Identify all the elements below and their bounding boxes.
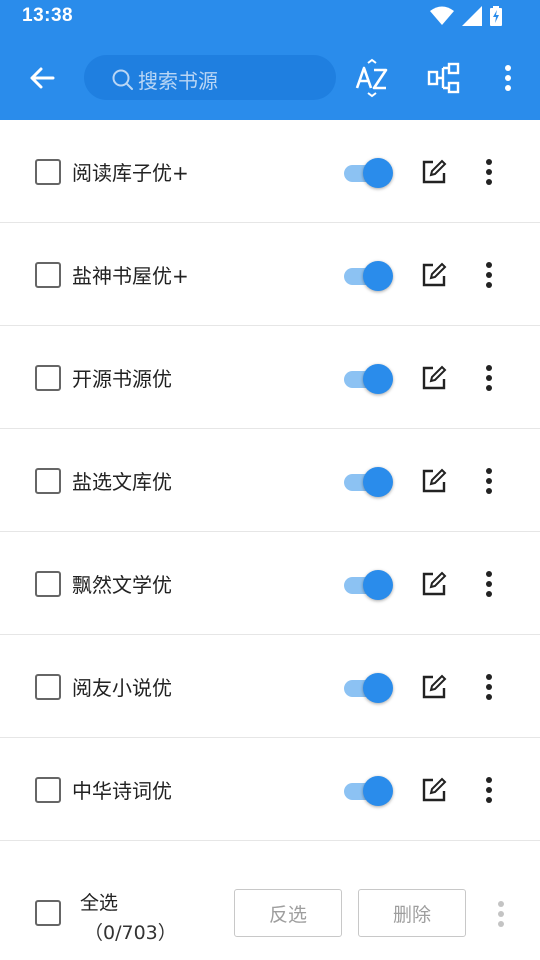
checkbox[interactable] — [35, 468, 61, 494]
invert-selection-button[interactable]: 反选 — [234, 889, 342, 937]
list-item[interactable]: 盐神书屋优+ — [0, 223, 540, 326]
list-item[interactable]: 阅友小说优 — [0, 635, 540, 738]
checkbox[interactable] — [35, 159, 61, 185]
checkbox[interactable] — [35, 262, 61, 288]
checkbox[interactable] — [35, 674, 61, 700]
bottom-action-bar: 全选 （0/703） 反选 删除 — [0, 842, 540, 960]
battery-icon — [490, 6, 502, 26]
sort-az-icon[interactable] — [352, 58, 392, 98]
enable-switch[interactable] — [342, 671, 396, 705]
more-vert-icon[interactable] — [478, 157, 500, 187]
edit-icon[interactable] — [420, 673, 448, 701]
source-list: 阅读库子优+ 盐神书屋优+ 开源书源优 盐选文库优 飘然文学优 阅友小说优 中华… — [0, 120, 540, 841]
more-vert-icon[interactable] — [488, 58, 528, 98]
signal-icon — [462, 6, 482, 26]
edit-icon[interactable] — [420, 364, 448, 392]
select-all-label[interactable]: 全选 — [80, 888, 118, 915]
select-all-checkbox[interactable] — [35, 900, 61, 926]
list-item[interactable]: 中华诗词优 — [0, 738, 540, 841]
wifi-icon — [430, 6, 454, 25]
search-icon — [112, 69, 133, 90]
source-name: 阅友小说优 — [72, 676, 172, 700]
edit-icon[interactable] — [420, 467, 448, 495]
group-tree-icon[interactable] — [424, 58, 464, 98]
source-name: 盐神书屋优+ — [72, 264, 189, 288]
status-bar: 13:38 — [0, 0, 540, 34]
more-vert-icon[interactable] — [478, 775, 500, 805]
checkbox[interactable] — [35, 365, 61, 391]
list-item[interactable]: 开源书源优 — [0, 326, 540, 429]
more-vert-icon[interactable] — [478, 569, 500, 599]
source-name: 阅读库子优+ — [72, 161, 189, 185]
enable-switch[interactable] — [342, 568, 396, 602]
checkbox[interactable] — [35, 777, 61, 803]
toolbar: 搜索书源 — [0, 34, 540, 120]
checkbox[interactable] — [35, 571, 61, 597]
search-placeholder: 搜索书源 — [138, 69, 218, 93]
enable-switch[interactable] — [342, 362, 396, 396]
source-name: 飘然文学优 — [72, 573, 172, 597]
selection-count: （0/703） — [84, 922, 177, 944]
more-vert-icon[interactable] — [478, 672, 500, 702]
enable-switch[interactable] — [342, 259, 396, 293]
edit-icon[interactable] — [420, 158, 448, 186]
more-vert-icon[interactable] — [478, 466, 500, 496]
more-vert-icon[interactable] — [490, 899, 512, 929]
search-box[interactable]: 搜索书源 — [84, 55, 336, 100]
source-name: 中华诗词优 — [72, 779, 172, 803]
list-item[interactable]: 盐选文库优 — [0, 429, 540, 532]
edit-icon[interactable] — [420, 776, 448, 804]
more-vert-icon[interactable] — [478, 363, 500, 393]
list-item[interactable]: 阅读库子优+ — [0, 120, 540, 223]
status-time: 13:38 — [22, 5, 74, 26]
status-icons — [430, 6, 502, 26]
edit-icon[interactable] — [420, 570, 448, 598]
enable-switch[interactable] — [342, 465, 396, 499]
arrow-left-icon[interactable] — [24, 60, 60, 96]
source-name: 开源书源优 — [72, 367, 172, 391]
source-name: 盐选文库优 — [72, 470, 172, 494]
enable-switch[interactable] — [342, 156, 396, 190]
delete-button[interactable]: 删除 — [358, 889, 466, 937]
enable-switch[interactable] — [342, 774, 396, 808]
more-vert-icon[interactable] — [478, 260, 500, 290]
edit-icon[interactable] — [420, 261, 448, 289]
list-item[interactable]: 飘然文学优 — [0, 532, 540, 635]
